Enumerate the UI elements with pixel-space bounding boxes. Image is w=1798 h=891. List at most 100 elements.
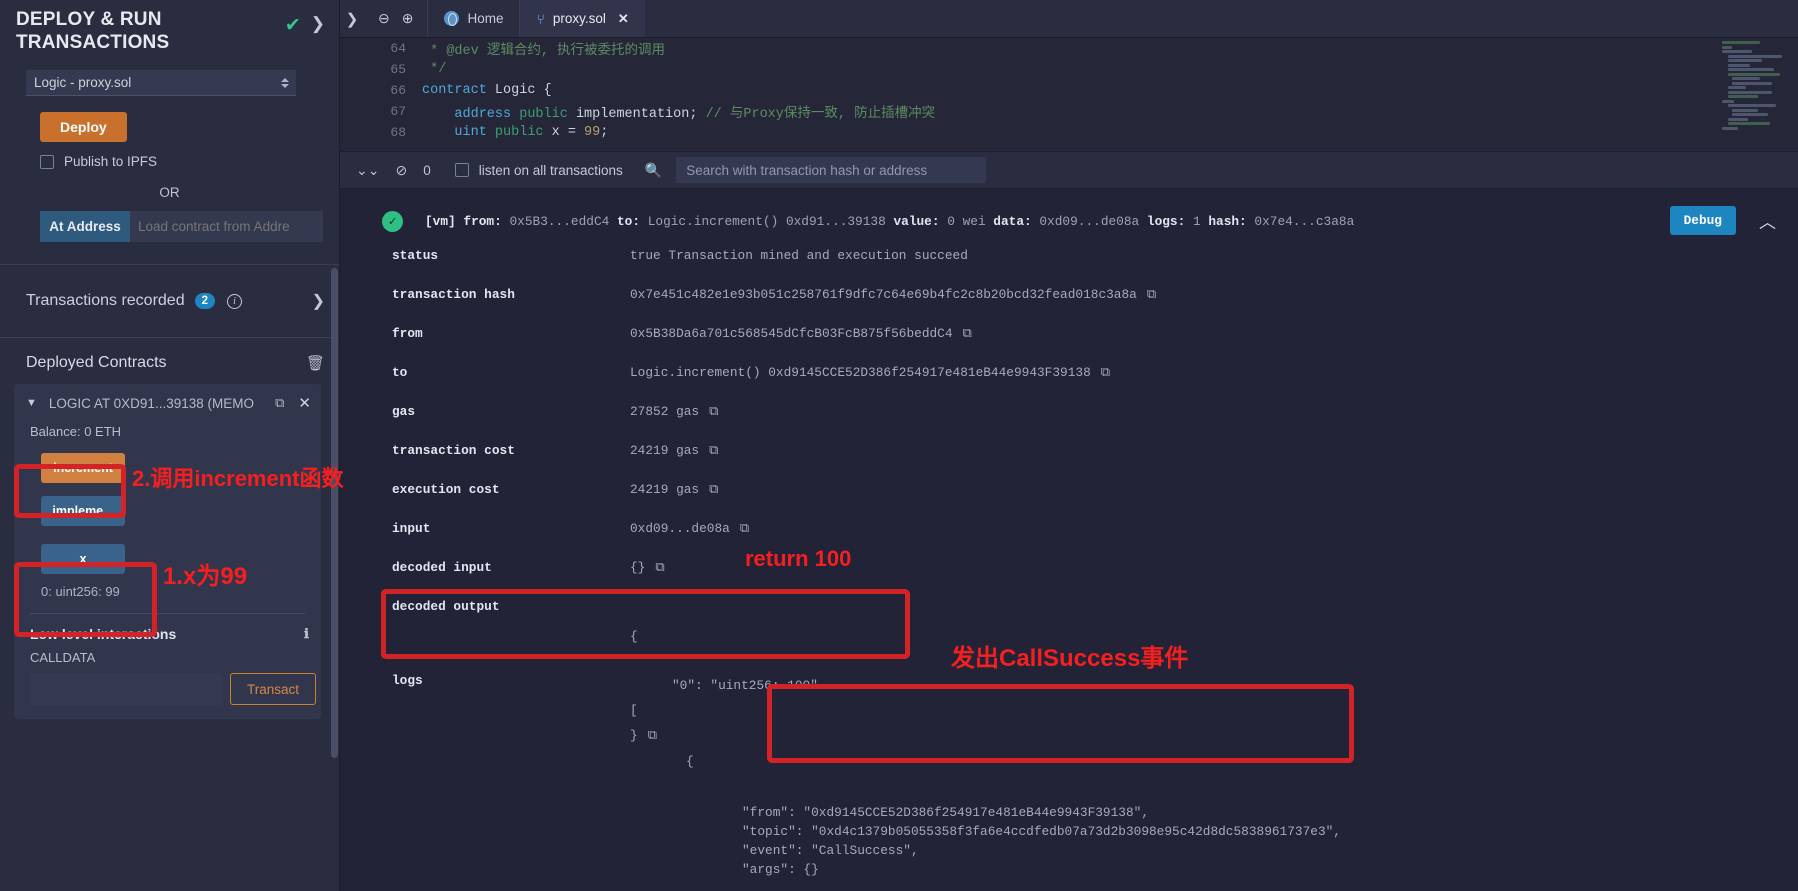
search-input[interactable] xyxy=(676,157,987,183)
transaction-detail-value: 24219 gas xyxy=(630,482,700,497)
tab-home[interactable]: Home xyxy=(427,0,519,37)
function-implementation-wrap: impleme... xyxy=(41,496,321,526)
contract-select[interactable]: Logic - proxy.sol xyxy=(26,70,296,96)
contract-card-header[interactable]: ▼ LOGIC AT 0XD91...39138 (MEMO ⧉ ✕ xyxy=(14,394,321,412)
transaction-detail-key: execution cost xyxy=(392,482,500,497)
load-contract-address-input[interactable] xyxy=(130,211,323,242)
transactions-recorded-label: Transactions recorded xyxy=(26,292,185,309)
info-icon[interactable]: i xyxy=(227,293,242,309)
transaction-detail-value: 24219 gas xyxy=(630,443,700,458)
transact-button[interactable]: Transact xyxy=(230,673,317,705)
pending-count: 0 xyxy=(423,162,431,178)
function-button-increment[interactable]: increment xyxy=(41,453,125,483)
chevron-right-icon[interactable]: ❯ xyxy=(312,291,325,311)
editor-line-code: address public implementation; // 与Proxy… xyxy=(454,107,936,122)
zoom-out-icon[interactable]: ⊖ xyxy=(378,10,390,27)
logs-line: "event": "CallSuccess", xyxy=(742,843,919,858)
main-area: ❯ ⊖ ⊕ Home ⑂ proxy.sol ✕ 64 * @dev 逻辑合约,… xyxy=(340,0,1798,891)
transaction-detail-row: execution cost 24219 gas ⧉ xyxy=(340,474,1798,513)
logs-open-brace: { xyxy=(686,754,694,769)
logs-line: "args": {} xyxy=(742,862,819,877)
chevron-updown-icon xyxy=(281,77,289,88)
transaction-detail-key: transaction hash xyxy=(392,287,515,302)
function-button-x[interactable]: x xyxy=(41,544,125,574)
listen-all-transactions-checkbox[interactable] xyxy=(454,163,469,177)
clear-console-icon[interactable]: ⊘ xyxy=(395,162,407,179)
deployed-contracts-header: Deployed Contracts 🗑 xyxy=(0,338,339,384)
left-panel-scrollbar[interactable] xyxy=(331,268,338,758)
publish-ipfs-checkbox[interactable] xyxy=(40,154,54,169)
chevron-right-icon[interactable]: ❯ xyxy=(311,14,325,34)
panel-collapse-icon[interactable]: ❯ xyxy=(340,0,364,37)
copy-icon[interactable]: ⧉ xyxy=(709,474,718,497)
debug-button[interactable]: Debug xyxy=(1669,206,1736,235)
calldata-input[interactable] xyxy=(30,673,222,705)
close-icon[interactable]: ✕ xyxy=(618,11,629,27)
transaction-detail-row: transaction cost 24219 gas ⧉ xyxy=(340,435,1798,474)
copy-icon[interactable]: ⧉ xyxy=(709,396,718,419)
editor-tabbar: ❯ ⊖ ⊕ Home ⑂ proxy.sol ✕ xyxy=(340,0,1798,38)
copy-icon[interactable]: ⧉ xyxy=(1101,357,1110,380)
chevron-up-icon[interactable]: ︿ xyxy=(1759,208,1776,234)
success-check-icon: ✓ xyxy=(382,211,403,232)
editor-line-code: * @dev 逻辑合约, 执行被委托的调用 xyxy=(422,44,666,59)
tab-proxy-sol[interactable]: ⑂ proxy.sol ✕ xyxy=(519,0,645,37)
editor-line: 66 contract Logic { xyxy=(340,80,1798,101)
editor-line-number: 67 xyxy=(390,104,406,119)
copy-icon[interactable]: ⧉ xyxy=(1147,279,1156,302)
remix-ide-window: DEPLOY & RUN TRANSACTIONS ✔ ❯ Logic - pr… xyxy=(0,0,1798,891)
tab-proxy-sol-label: proxy.sol xyxy=(552,11,606,26)
close-icon[interactable]: ✕ xyxy=(298,394,311,412)
transaction-detail-row: gas 27852 gas ⧉ xyxy=(340,396,1798,435)
logs-value: [ { "from": "0xd9145CCE52D386f254917e481… xyxy=(630,665,1341,891)
editor-line-number: 65 xyxy=(390,62,406,77)
transaction-detail-key: decoded input xyxy=(392,560,492,575)
copy-icon[interactable]: ⧉ xyxy=(655,552,664,575)
info-icon[interactable]: ℹ xyxy=(304,626,309,642)
terminal-collapse-icon[interactable]: ⌄⌄ xyxy=(356,162,379,179)
at-address-row: At Address xyxy=(40,211,323,242)
terminal-toolbar: ⌄⌄ ⊘ 0 listen on all transactions 🔍 xyxy=(340,151,1798,189)
transaction-detail-row: input 0xd09...de08a ⧉ xyxy=(340,513,1798,552)
transaction-detail-value: true Transaction mined and execution suc… xyxy=(630,248,968,263)
low-level-interactions-header: Low level interactions ℹ xyxy=(14,614,321,642)
deploy-button[interactable]: Deploy xyxy=(40,112,127,142)
zoom-in-icon[interactable]: ⊕ xyxy=(402,10,414,27)
editor-line: 68 uint public x = 99; xyxy=(340,122,1798,143)
logs-lines: "from": "0xd9145CCE52D386f254917e481eB44… xyxy=(630,799,1341,879)
listen-all-transactions-row[interactable]: listen on all transactions xyxy=(454,163,623,178)
tab-home-label: Home xyxy=(467,11,504,26)
copy-icon[interactable]: ⧉ xyxy=(963,318,972,341)
transactions-recorded-section[interactable]: Transactions recorded 2 i ❯ xyxy=(0,264,339,338)
transaction-detail-rows: status true Transaction mined and executi… xyxy=(340,232,1798,591)
transaction-detail-row: transaction hash 0x7e451c482e1e93b051c258… xyxy=(340,279,1798,318)
transaction-detail-key: to xyxy=(392,365,408,380)
transaction-detail-key: status xyxy=(392,248,439,263)
logs-open-bracket: [ xyxy=(630,703,638,718)
copy-icon[interactable]: ⧉ xyxy=(275,395,284,411)
editor-line: 64 * @dev 逻辑合约, 执行被委托的调用 xyxy=(340,38,1798,59)
deployed-contracts-title: Deployed Contracts xyxy=(26,354,167,371)
search-icon: 🔍 xyxy=(644,161,663,178)
copy-icon[interactable]: ⧉ xyxy=(709,435,718,458)
chevron-down-icon[interactable]: ▼ xyxy=(26,397,37,409)
solidity-icon: ⑂ xyxy=(536,10,545,27)
transaction-detail-row: decoded input {} ⧉ xyxy=(340,552,1798,591)
low-level-interactions-title: Low level interactions xyxy=(30,626,177,642)
editor-line-number: 68 xyxy=(390,125,406,140)
logs-key: logs xyxy=(392,673,423,688)
check-icon: ✔ xyxy=(284,15,301,36)
transaction-detail-value: {} xyxy=(630,560,646,575)
at-address-button[interactable]: At Address xyxy=(40,211,130,242)
function-button-implementation[interactable]: impleme... xyxy=(41,496,125,526)
publish-ipfs-row[interactable]: Publish to IPFS xyxy=(40,154,325,169)
function-x-wrap: x xyxy=(41,544,321,574)
trash-icon[interactable]: 🗑 xyxy=(306,354,325,372)
transaction-detail-value: 0x5B38Da6a701c568545dCfcB03FcB875f56bedd… xyxy=(630,326,953,341)
publish-ipfs-label: Publish to IPFS xyxy=(64,154,158,169)
code-editor[interactable]: 64 * @dev 逻辑合约, 执行被委托的调用 65 */66 contract … xyxy=(340,38,1798,151)
transaction-summary-row[interactable]: ✓ [vm] from: 0x5B3...eddC4 to: Logic.inc… xyxy=(340,189,1798,232)
panel-body: Logic - proxy.sol Deploy Publish to IPFS… xyxy=(0,58,339,242)
editor-minimap[interactable] xyxy=(1722,41,1790,149)
copy-icon[interactable]: ⧉ xyxy=(740,513,749,536)
